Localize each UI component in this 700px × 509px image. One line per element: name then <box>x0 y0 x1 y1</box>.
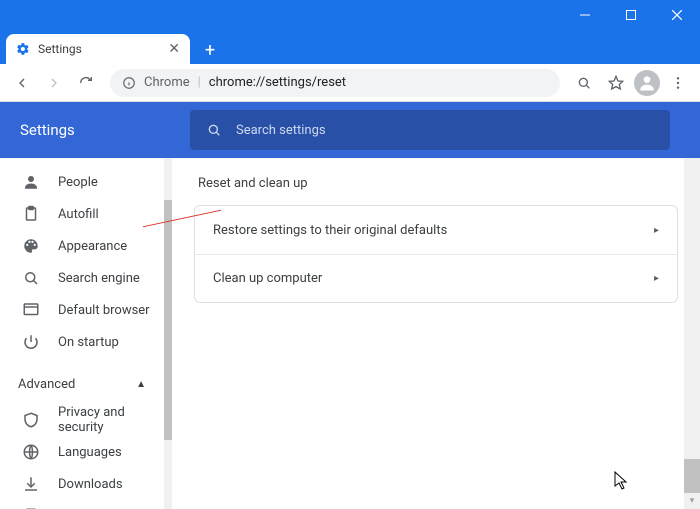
window-maximize-button[interactable] <box>608 0 654 30</box>
palette-icon <box>22 237 40 255</box>
sidebar-item-autofill[interactable]: Autofill <box>0 198 164 230</box>
tab-title: Settings <box>38 42 160 56</box>
reload-button[interactable] <box>72 69 100 97</box>
sidebar-item-label: People <box>58 175 98 190</box>
window-close-button[interactable] <box>654 0 700 30</box>
chevron-right-icon: ▸ <box>654 225 659 236</box>
sidebar-item-search-engine[interactable]: Search engine <box>0 262 164 294</box>
settings-search-input[interactable]: Search settings <box>190 110 670 150</box>
sidebar-item-default-browser[interactable]: Default browser <box>0 294 164 326</box>
gear-icon <box>16 42 30 56</box>
profile-avatar-button[interactable] <box>634 70 660 96</box>
row-label: Restore settings to their original defau… <box>213 223 447 238</box>
row-clean-up-computer[interactable]: Clean up computer ▸ <box>195 254 677 302</box>
settings-header: Settings Search settings <box>0 102 700 158</box>
main-scrollbar-thumb[interactable] <box>684 459 700 493</box>
search-icon <box>206 122 222 138</box>
power-icon <box>22 333 40 351</box>
sidebar-item-privacy[interactable]: Privacy and security <box>0 404 164 436</box>
row-restore-defaults[interactable]: Restore settings to their original defau… <box>195 206 677 254</box>
window-titlebar <box>0 0 700 30</box>
sidebar-item-label: Default browser <box>58 303 150 318</box>
sidebar-item-label: Search engine <box>58 271 140 286</box>
shield-icon <box>22 411 40 429</box>
page-title: Settings <box>20 121 190 139</box>
sidebar-item-languages[interactable]: Languages <box>0 436 164 468</box>
omnibox-url: chrome://settings/reset <box>209 75 346 90</box>
search-icon <box>22 269 40 287</box>
browser-toolbar: Chrome | chrome://settings/reset <box>0 64 700 102</box>
browser-icon <box>22 301 40 319</box>
globe-icon <box>22 443 40 461</box>
sidebar-item-label: On startup <box>58 335 119 350</box>
sidebar-item-people[interactable]: People <box>0 166 164 198</box>
sidebar-item-label: Privacy and security <box>58 405 164 435</box>
scrollbar-down-arrow-icon[interactable]: ▾ <box>684 493 700 509</box>
omnibox-divider: | <box>198 75 201 90</box>
settings-body: People Autofill Appearance Search engine… <box>0 158 700 509</box>
advanced-label: Advanced <box>18 377 75 392</box>
sidebar-item-label: Languages <box>58 445 122 460</box>
search-placeholder: Search settings <box>236 123 326 138</box>
person-icon <box>22 173 40 191</box>
mouse-cursor-icon <box>614 471 630 491</box>
download-icon <box>22 475 40 493</box>
tab-strip: Settings ✕ + <box>0 30 700 64</box>
settings-main: Reset and clean up Restore settings to t… <box>172 158 700 509</box>
sidebar-item-downloads[interactable]: Downloads <box>0 468 164 500</box>
sidebar-item-on-startup[interactable]: On startup <box>0 326 164 358</box>
sidebar-scrollbar-thumb[interactable] <box>164 200 172 440</box>
omnibox-origin: Chrome <box>144 75 190 90</box>
sidebar-item-label: Downloads <box>58 477 123 492</box>
sidebar-advanced-toggle[interactable]: Advanced ▲ <box>0 364 164 404</box>
main-scrollbar-track[interactable] <box>684 158 700 509</box>
browser-tab-settings[interactable]: Settings ✕ <box>6 34 190 64</box>
address-bar[interactable]: Chrome | chrome://settings/reset <box>110 69 560 97</box>
sidebar-item-label: Autofill <box>58 207 99 222</box>
sidebar-item-appearance[interactable]: Appearance <box>0 230 164 262</box>
chevron-up-icon: ▲ <box>136 379 146 390</box>
row-label: Clean up computer <box>213 271 322 286</box>
new-tab-button[interactable]: + <box>196 36 224 64</box>
window-minimize-button[interactable] <box>562 0 608 30</box>
clipboard-icon <box>22 205 40 223</box>
settings-sidebar: People Autofill Appearance Search engine… <box>0 158 164 509</box>
menu-button[interactable] <box>664 69 692 97</box>
sidebar-item-printing[interactable]: Printing <box>0 500 164 509</box>
find-button[interactable] <box>570 69 598 97</box>
back-button[interactable] <box>8 69 36 97</box>
tab-close-icon[interactable]: ✕ <box>168 41 180 57</box>
site-info-icon[interactable] <box>122 76 136 90</box>
section-title: Reset and clean up <box>194 176 678 191</box>
sidebar-item-label: Appearance <box>58 239 127 254</box>
forward-button[interactable] <box>40 69 68 97</box>
chevron-right-icon: ▸ <box>654 273 659 284</box>
bookmark-button[interactable] <box>602 69 630 97</box>
reset-card: Restore settings to their original defau… <box>194 205 678 303</box>
